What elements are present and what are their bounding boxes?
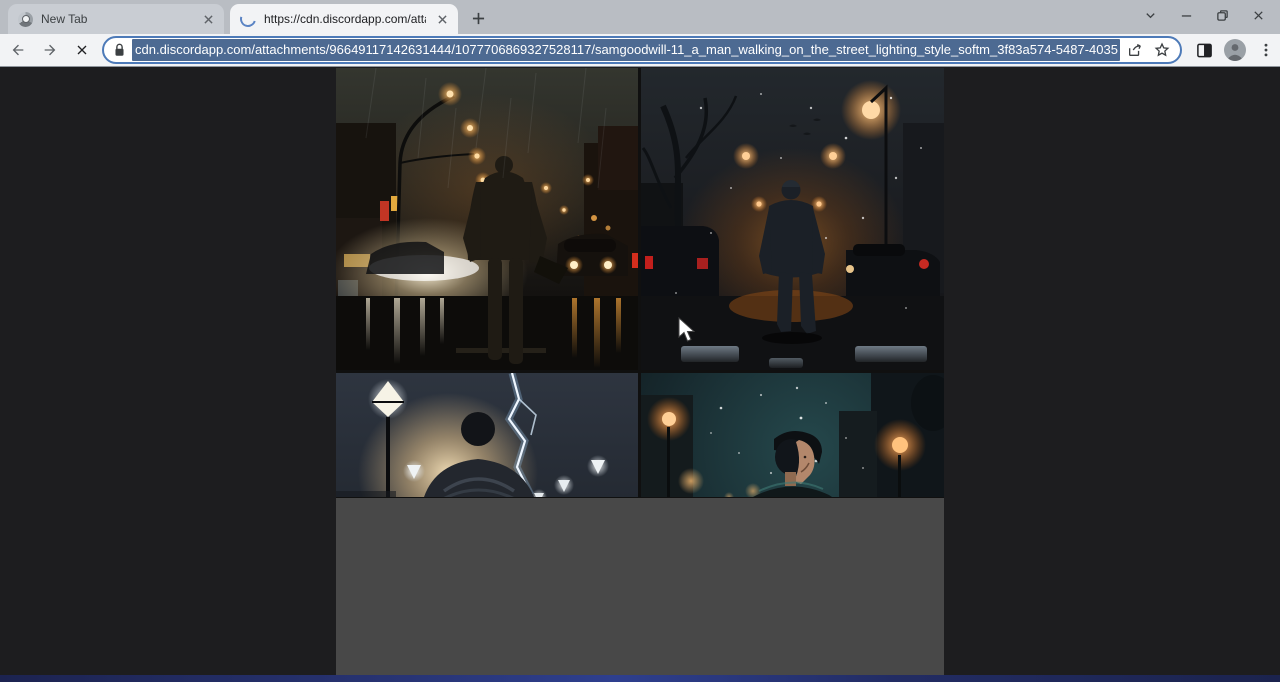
window-controls xyxy=(1132,2,1276,28)
generated-image-panel-4 xyxy=(641,373,944,497)
url-input-selected-text[interactable]: cdn.discordapp.com/attachments/966491171… xyxy=(132,39,1120,61)
tab-title: https://cdn.discordapp.com/atta xyxy=(264,12,426,26)
chrome-logo-icon xyxy=(18,12,33,27)
generated-image-panel-2 xyxy=(641,68,944,370)
new-tab-button[interactable] xyxy=(465,5,491,31)
tab-close-icon[interactable] xyxy=(200,11,216,27)
tab-new-tab[interactable]: New Tab xyxy=(8,4,224,34)
loading-spinner-icon xyxy=(237,8,259,30)
tab-discord-attachment[interactable]: https://cdn.discordapp.com/atta xyxy=(230,4,458,34)
page-viewport xyxy=(0,67,1280,675)
restore-button[interactable] xyxy=(1204,2,1240,28)
taskbar-edge xyxy=(0,675,1280,682)
tab-search-chevron-icon[interactable] xyxy=(1132,2,1168,28)
tab-close-icon[interactable] xyxy=(434,11,450,27)
tab-strip: New Tab https://cdn.discordapp.com/atta xyxy=(0,0,1280,34)
side-panel-icon[interactable] xyxy=(1190,36,1218,64)
attachment-image[interactable] xyxy=(336,68,944,675)
generated-image-panel-1 xyxy=(336,68,638,370)
address-bar[interactable]: cdn.discordapp.com/attachments/966491171… xyxy=(102,36,1182,64)
profile-avatar[interactable] xyxy=(1224,39,1246,61)
tab-title: New Tab xyxy=(41,12,192,26)
lock-icon xyxy=(113,43,126,57)
stop-loading-button[interactable] xyxy=(68,36,96,64)
close-window-button[interactable] xyxy=(1240,2,1276,28)
generated-image-panel-3 xyxy=(336,373,638,497)
back-button[interactable] xyxy=(4,36,32,64)
share-icon[interactable] xyxy=(1123,38,1147,62)
browser-toolbar: cdn.discordapp.com/attachments/966491171… xyxy=(0,34,1280,67)
bookmark-star-icon[interactable] xyxy=(1150,38,1174,62)
menu-dots-icon[interactable] xyxy=(1252,36,1280,64)
image-loading-placeholder xyxy=(336,498,944,675)
minimize-button[interactable] xyxy=(1168,2,1204,28)
forward-button[interactable] xyxy=(36,36,64,64)
